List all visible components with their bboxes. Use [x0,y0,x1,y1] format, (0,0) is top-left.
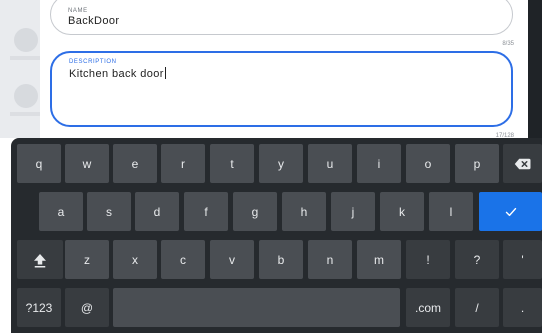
dotcom-key[interactable]: .com [406,288,450,327]
key-y[interactable]: y [259,144,303,183]
key-h[interactable]: h [282,192,326,231]
form-background: NAME BackDoor 8/35 DESCRIPTION Kitchen b… [0,0,542,139]
background-avatar [14,28,38,52]
key-s[interactable]: s [87,192,131,231]
key-d[interactable]: d [135,192,179,231]
key-l[interactable]: l [429,192,473,231]
name-field-label: NAME [68,8,88,14]
description-field[interactable]: DESCRIPTION Kitchen back door [50,51,513,127]
background-avatar [14,84,38,108]
description-field-label: DESCRIPTION [69,59,117,65]
enter-key[interactable] [479,192,542,231]
symbols-key[interactable]: ?123 [17,288,61,327]
backspace-key[interactable] [503,144,542,183]
key-k[interactable]: k [380,192,424,231]
key-q[interactable]: q [17,144,61,183]
key-w[interactable]: w [65,144,109,183]
key-z[interactable]: z [65,240,109,279]
key-o[interactable]: o [406,144,450,183]
space-key[interactable] [113,288,400,327]
name-field[interactable]: NAME BackDoor [50,0,513,35]
key-g[interactable]: g [233,192,277,231]
background-text [10,112,40,116]
shift-key[interactable] [17,240,63,279]
text-cursor [164,67,166,79]
key-i[interactable]: i [357,144,401,183]
key-m[interactable]: m [357,240,401,279]
key-at[interactable]: @ [65,288,109,327]
key-u[interactable]: u [308,144,352,183]
key-v[interactable]: v [210,240,254,279]
key-b[interactable]: b [259,240,303,279]
key-slash[interactable]: / [455,288,499,327]
key-t[interactable]: t [210,144,254,183]
name-char-counter: 8/35 [502,41,514,47]
backspace-icon [514,158,530,169]
key-period[interactable]: . [503,288,542,327]
on-screen-keyboard: q w e r t y u i o p a s d f g h j k l z … [11,138,542,333]
shift-icon [34,253,46,267]
key-f[interactable]: f [184,192,228,231]
key-p[interactable]: p [455,144,499,183]
key-r[interactable]: r [161,144,205,183]
checkmark-icon [505,207,516,216]
key-c[interactable]: c [161,240,205,279]
key-x[interactable]: x [113,240,157,279]
background-text [10,56,40,60]
key-e[interactable]: e [113,144,157,183]
key-j[interactable]: j [331,192,375,231]
key-apostrophe[interactable]: ' [503,240,542,279]
key-a[interactable]: a [39,192,83,231]
key-n[interactable]: n [308,240,352,279]
name-field-value[interactable]: BackDoor [68,15,120,27]
description-text: Kitchen back door [69,68,164,80]
description-field-value[interactable]: Kitchen back door [69,67,166,80]
key-exclamation[interactable]: ! [406,240,450,279]
edit-card: NAME BackDoor 8/35 DESCRIPTION Kitchen b… [40,0,528,139]
key-question[interactable]: ? [455,240,499,279]
